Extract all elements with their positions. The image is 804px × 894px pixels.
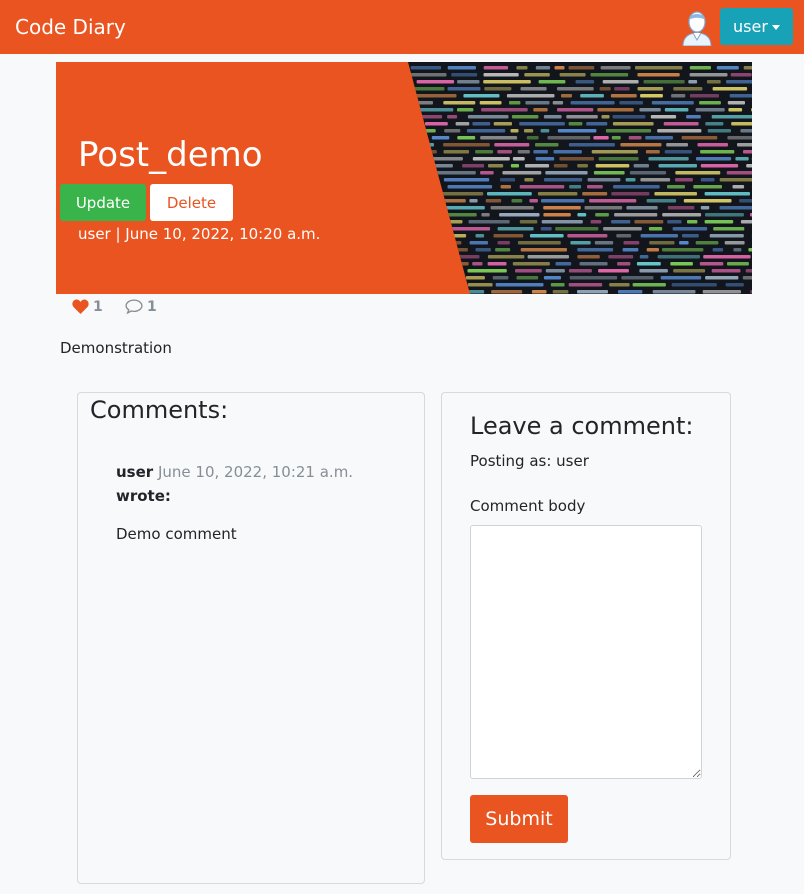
comment-count-link[interactable]: 1 [125, 298, 157, 316]
comment-body-label: Comment body [470, 497, 586, 515]
like-button[interactable]: 1 [72, 298, 103, 316]
posting-as-text: Posting as: user [470, 452, 589, 470]
user-dropdown-button[interactable]: user [720, 8, 793, 45]
comment-body-textarea[interactable] [470, 525, 702, 779]
comment-verb: wrote: [116, 487, 171, 505]
comment-count: 1 [147, 299, 157, 315]
post-body: Demonstration [60, 339, 172, 357]
post-title: Post_demo [78, 135, 263, 175]
caret-down-icon [772, 25, 780, 30]
comments-card: Comments: user June 10, 2022, 10:21 a.m.… [77, 392, 425, 884]
code-background-image [408, 62, 752, 294]
delete-button[interactable]: Delete [150, 184, 233, 221]
brand-link[interactable]: Code Diary [15, 14, 126, 40]
comment-icon [125, 299, 143, 315]
submit-button[interactable]: Submit [470, 795, 568, 843]
user-dropdown-label: user [733, 17, 768, 36]
comment-author: user [116, 463, 154, 481]
user-avatar-icon[interactable] [681, 8, 713, 47]
post-meta: user | June 10, 2022, 10:20 a.m. [78, 225, 321, 243]
update-button[interactable]: Update [60, 184, 146, 221]
comment-form-heading: Leave a comment: [470, 412, 694, 440]
comment-date: June 10, 2022, 10:21 a.m. [157, 463, 354, 481]
like-count: 1 [93, 299, 103, 315]
navbar: Code Diary user [0, 0, 804, 54]
comment-header: user June 10, 2022, 10:21 a.m. wrote: [116, 460, 396, 508]
heart-icon [72, 299, 89, 314]
comments-heading: Comments: [90, 396, 229, 424]
post-header: Post_demo Update Delete user | June 10, … [56, 62, 752, 294]
comment-form-card: Leave a comment: Posting as: user Commen… [441, 392, 731, 860]
comment-body: Demo comment [116, 525, 237, 543]
